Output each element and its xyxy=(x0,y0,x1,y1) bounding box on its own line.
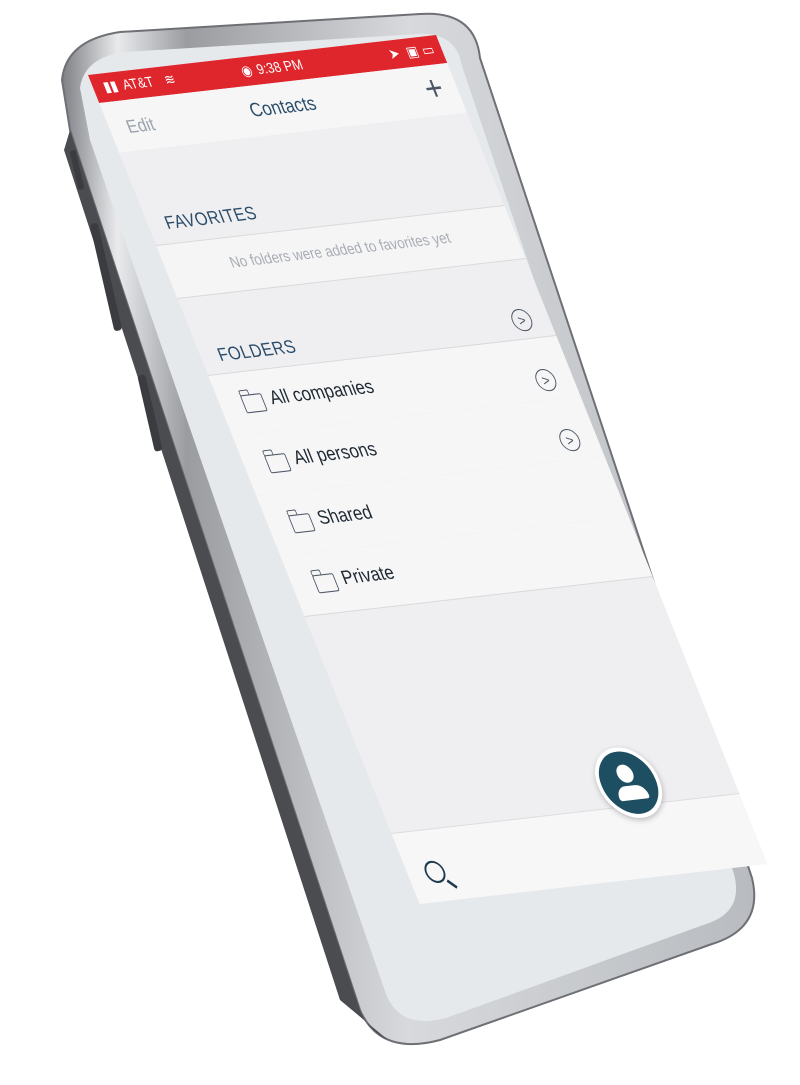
search-icon[interactable] xyxy=(421,859,449,884)
folders-heading: FOLDERS xyxy=(214,336,300,365)
folder-label: All companies xyxy=(266,376,378,410)
chevron-right-circle-icon[interactable]: > xyxy=(507,308,536,333)
person-icon-body xyxy=(615,784,651,802)
clock-label: 9:38 PM xyxy=(253,55,306,78)
battery-icon: ▭ xyxy=(418,40,437,59)
folder-icon xyxy=(311,573,340,594)
folder-icon xyxy=(287,513,316,534)
favorites-empty-message: No folders were added to favorites yet xyxy=(226,229,454,272)
location-icon: ➤ xyxy=(385,44,403,62)
lock-icon: ▣ xyxy=(403,42,422,60)
folder-icon xyxy=(263,453,292,474)
app-screen: ▮▮ AT&T ≋ ◉ 9:38 PM ➤ ▣ ▭ Edit Contacts … xyxy=(0,0,800,1080)
folder-icon xyxy=(239,393,268,414)
folder-label: Private xyxy=(338,562,398,590)
contacts-content: FAVORITES No folders were added to favor… xyxy=(119,113,740,833)
record-icon: ◉ xyxy=(237,61,255,79)
folder-label: All persons xyxy=(290,438,381,470)
folder-label: Shared xyxy=(314,502,376,530)
wifi-icon: ≋ xyxy=(161,70,178,88)
person-icon xyxy=(613,763,637,784)
signal-icon: ▮▮ xyxy=(100,77,121,95)
favorites-heading: FAVORITES xyxy=(161,202,261,233)
carrier-label: AT&T xyxy=(119,73,157,93)
